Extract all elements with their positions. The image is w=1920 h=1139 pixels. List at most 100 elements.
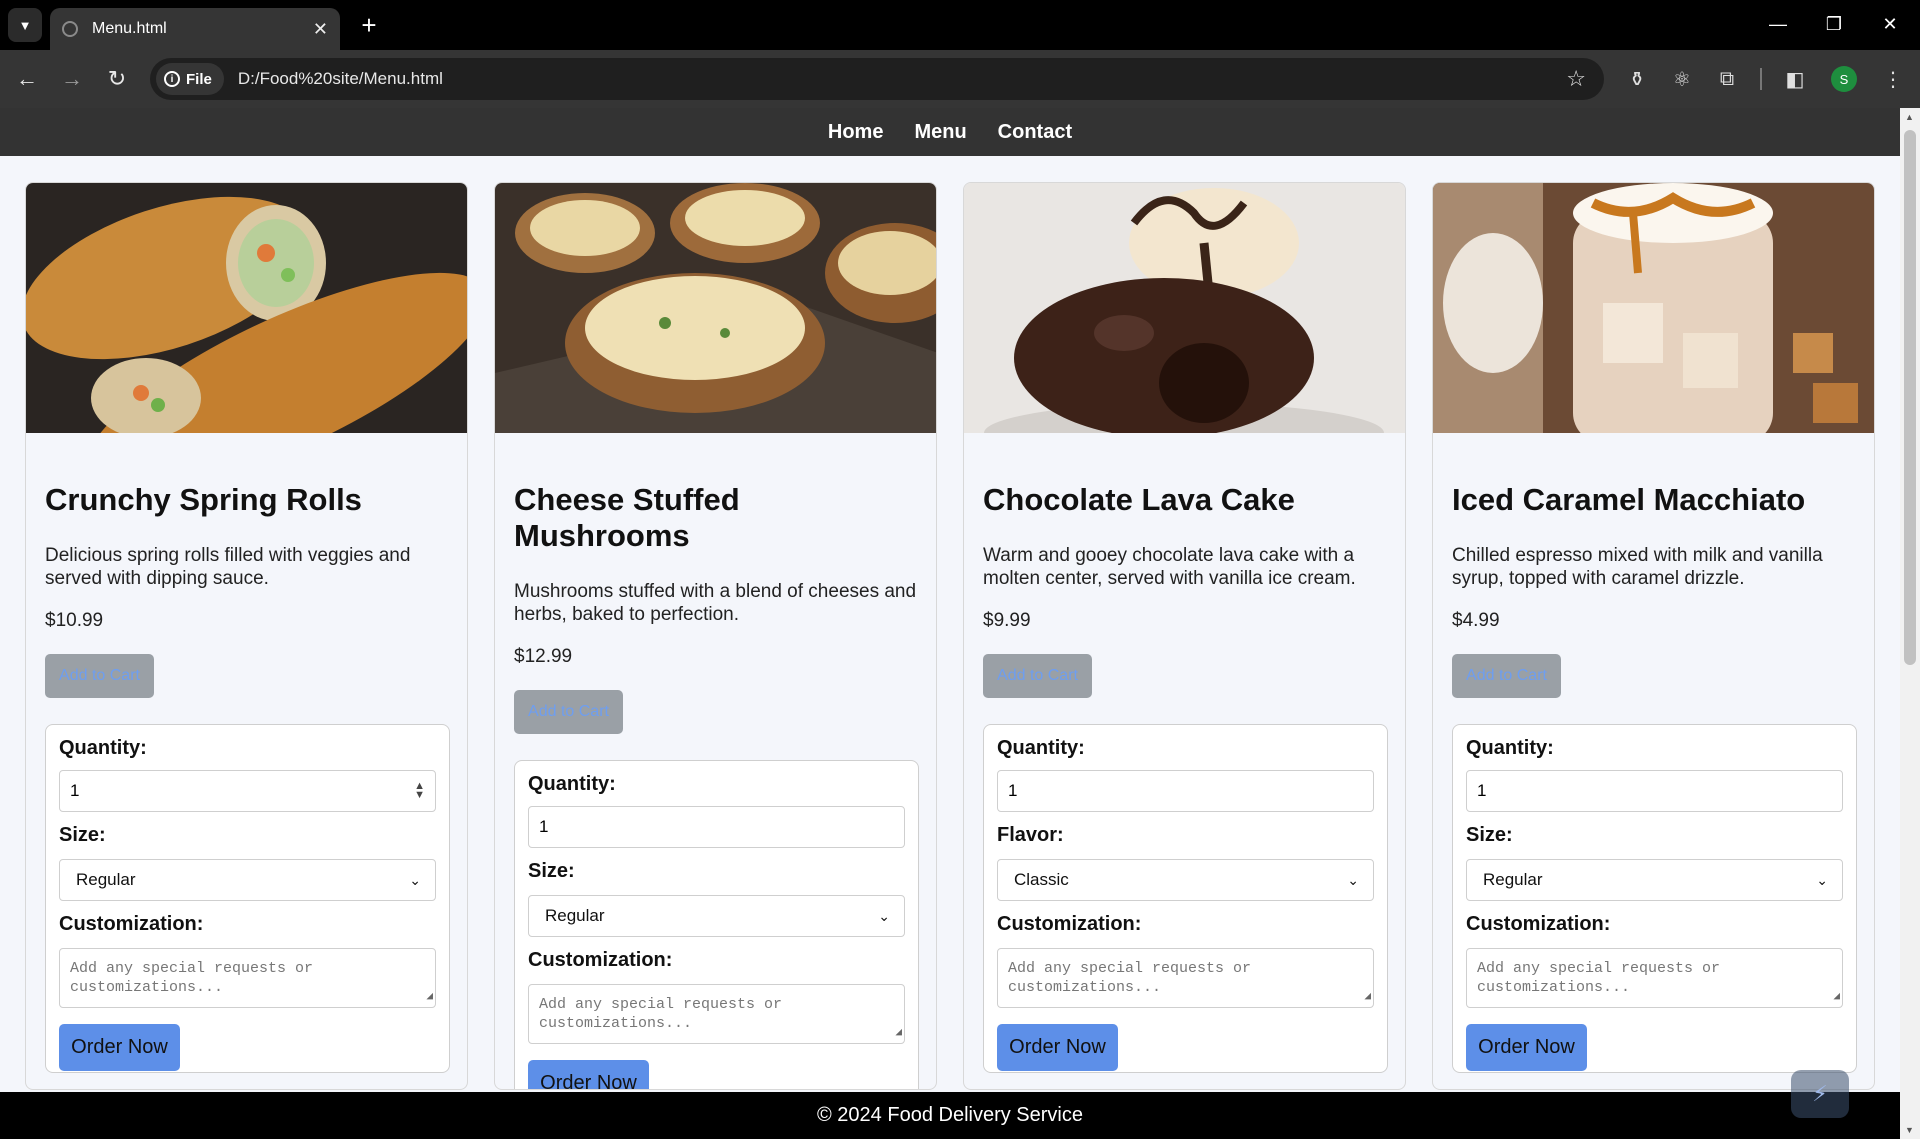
page-scrollbar[interactable]: ▲ ▼ [1900,108,1920,1139]
close-tab-icon[interactable]: ✕ [313,19,328,40]
quantity-input[interactable]: 1 [1466,770,1843,812]
size-select[interactable]: Regular ⌄ [59,859,436,901]
nav-link-menu[interactable]: Menu [914,121,966,144]
nav-link-home[interactable]: Home [828,121,884,144]
size-select[interactable]: Regular ⌄ [528,895,905,937]
reload-button[interactable]: ↻ [100,62,134,96]
flavor-select[interactable]: Classic ⌄ [997,859,1374,901]
back-button[interactable]: ← [10,62,44,96]
add-to-cart-button[interactable]: Add to Cart [983,654,1092,698]
resize-grip-icon[interactable]: ◢ [895,1024,902,1043]
browser-menu-button[interactable]: ⋮ [1876,62,1910,96]
add-to-cart-button[interactable]: Add to Cart [514,690,623,734]
browser-tab-bar: ▼ Menu.html ✕ + — ❐ ✕ [0,0,1920,50]
add-to-cart-button[interactable]: Add to Cart [1452,654,1561,698]
add-to-cart-button[interactable]: Add to Cart [45,654,154,698]
site-chip-label: File [186,70,212,88]
order-form: Quantity: 1 Flavor: Classic ⌄ Customizat… [983,724,1388,1073]
item-description: Chilled espresso mixed with milk and van… [1452,545,1823,589]
customization-textarea[interactable]: Add any special requests or customizatio… [528,984,905,1044]
profile-avatar[interactable]: S [1831,66,1857,92]
order-form: Quantity: 1 Size: Regular ⌄ Customizatio… [514,760,919,1089]
item-price: $9.99 [983,610,1031,631]
select-value: Regular [545,906,605,925]
close-window-button[interactable]: ✕ [1868,8,1912,40]
side-panel-icon: ◧ [1785,68,1805,91]
restore-icon: ❐ [1825,13,1843,34]
minimize-icon: — [1769,13,1787,34]
minimize-button[interactable]: — [1756,8,1800,40]
chevron-down-icon: ⌄ [1816,871,1828,888]
caramel-macchiato-image [1433,183,1874,433]
item-title: Iced Caramel Macchiato [1452,482,1806,517]
floating-assistant-button[interactable]: ⚡ [1791,1070,1849,1118]
arrow-left-icon: ← [16,66,38,91]
forward-button[interactable]: → [55,62,89,96]
customization-textarea[interactable]: Add any special requests or customizatio… [59,948,436,1008]
arrow-right-icon: → [61,66,83,91]
spinner-icon[interactable]: ▲ ▼ [414,781,425,801]
order-form: Quantity: 1 ▲ ▼ Size: Regular ⌄ Customiza… [45,724,450,1073]
textarea-placeholder: Add any special requests or customizatio… [1477,960,1721,996]
quantity-input[interactable]: 1 ▲ ▼ [59,770,436,812]
textarea-placeholder: Add any special requests or customizatio… [70,960,314,996]
order-now-button[interactable]: Order Now [59,1024,180,1071]
order-form: Quantity: 1 Size: Regular ⌄ Customizatio… [1452,724,1857,1073]
info-icon: i [164,71,180,87]
quantity-value: 1 [70,781,80,800]
order-now-button[interactable]: Order Now [528,1060,649,1089]
resize-grip-icon[interactable]: ◢ [426,988,433,1007]
scrollbar-thumb[interactable] [1904,130,1916,665]
toolbar-separator [1760,68,1762,90]
customization-label: Customization: [997,913,1142,935]
tab-title: Menu.html [92,20,167,37]
chevron-down-icon: ⌄ [409,871,421,888]
lava-cake-image [964,183,1405,433]
bookmark-star-icon[interactable]: ☆ [1566,66,1586,92]
menu-card: Crunchy Spring Rolls Delicious spring ro… [25,182,468,1090]
order-now-button[interactable]: Order Now [997,1024,1118,1071]
customization-textarea[interactable]: Add any special requests or customizatio… [997,948,1374,1008]
spring-rolls-image [26,183,467,433]
stuffed-mushrooms-image [495,183,936,433]
scroll-up-icon[interactable]: ▲ [1905,112,1914,122]
option-label: Size: [1466,824,1513,846]
order-now-button[interactable]: Order Now [1466,1024,1587,1071]
more-vertical-icon: ⋮ [1883,68,1903,91]
extensions-button[interactable]: ⧉ [1710,62,1744,96]
customization-label: Customization: [1466,913,1611,935]
close-icon: ✕ [1882,13,1898,34]
quantity-value: 1 [539,817,549,836]
menu-card: Iced Caramel Macchiato Chilled espresso … [1432,182,1875,1090]
extension-icon[interactable]: ⚱ [1620,62,1654,96]
new-tab-button[interactable]: + [352,8,386,42]
item-description: Mushrooms stuffed with a blend of cheese… [514,581,917,625]
address-bar[interactable]: i File D:/Food%20site/Menu.html ☆ [150,58,1604,100]
restore-button[interactable]: ❐ [1812,8,1856,40]
textarea-placeholder: Add any special requests or customizatio… [539,996,783,1032]
scroll-down-icon[interactable]: ▼ [1905,1125,1914,1135]
site-info-chip[interactable]: i File [156,63,224,95]
chevron-down-icon: ⌄ [878,907,890,924]
atom-icon: ⚛ [1673,68,1691,91]
quantity-input[interactable]: 1 [997,770,1374,812]
browser-tab[interactable]: Menu.html ✕ [50,8,340,50]
item-title: Cheese Stuffed Mushrooms [514,482,740,553]
item-title: Crunchy Spring Rolls [45,482,362,517]
globe-icon [62,21,78,37]
react-devtools-icon[interactable]: ⚛ [1665,62,1699,96]
quantity-label: Quantity: [997,737,1085,759]
resize-grip-icon[interactable]: ◢ [1364,988,1371,1007]
side-panel-button[interactable]: ◧ [1778,62,1812,96]
textarea-placeholder: Add any special requests or customizatio… [1008,960,1252,996]
url-text[interactable]: D:/Food%20site/Menu.html [238,69,1566,89]
customization-textarea[interactable]: Add any special requests or customizatio… [1466,948,1843,1008]
quantity-input[interactable]: 1 [528,806,905,848]
resize-grip-icon[interactable]: ◢ [1833,988,1840,1007]
tab-search-button[interactable]: ▼ [8,8,42,42]
customization-label: Customization: [59,913,204,935]
option-label: Flavor: [997,824,1064,846]
select-value: Regular [1483,870,1543,889]
size-select[interactable]: Regular ⌄ [1466,859,1843,901]
nav-link-contact[interactable]: Contact [998,121,1072,144]
